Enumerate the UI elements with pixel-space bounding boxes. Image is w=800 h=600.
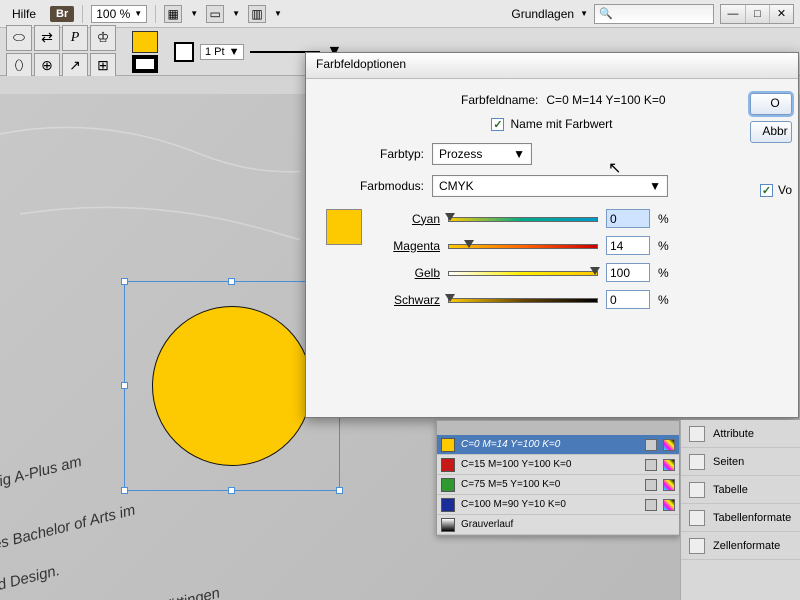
maximize-button[interactable]: □	[745, 5, 769, 23]
tool-2[interactable]: ⇄	[34, 25, 60, 51]
side-table[interactable]: Tabelle	[681, 476, 800, 504]
chevron-down-icon: ▼	[513, 147, 525, 161]
side-attribute[interactable]: Attribute	[681, 420, 800, 448]
workspace-selector[interactable]: Grundlagen	[511, 7, 574, 21]
attribute-icon	[689, 426, 705, 442]
stroke-preview[interactable]	[174, 42, 194, 62]
doc-text-3: on und Design.	[0, 562, 61, 600]
doc-text-2: . Grades Bachelor of Arts im	[0, 502, 137, 564]
arrange-icon[interactable]: ▥	[248, 5, 266, 23]
doc-text-1: eig A-Plus am	[0, 453, 83, 492]
swatch-options-dialog: Farbfeldoptionen Farbfeldname: C=0 M=14 …	[305, 52, 799, 418]
tool-6[interactable]: ⊕	[34, 53, 60, 79]
preview-label: Vo	[778, 183, 792, 197]
magenta-input[interactable]	[606, 236, 650, 255]
search-input[interactable]: 🔍	[594, 4, 714, 24]
tool-1[interactable]: ⬭	[6, 25, 32, 51]
minimize-button[interactable]: —	[721, 5, 745, 23]
swatches-panel-header[interactable]	[437, 421, 679, 435]
tool-8[interactable]: ⊞	[90, 53, 116, 79]
side-pages[interactable]: Seiten	[681, 448, 800, 476]
stroke-weight-input[interactable]: 1 Pt▼	[200, 44, 244, 60]
magenta-label: Magenta	[378, 239, 440, 253]
color-mode-label: Farbmodus:	[334, 179, 424, 193]
cyan-slider[interactable]	[448, 214, 598, 224]
yellow-input[interactable]	[606, 263, 650, 282]
black-input[interactable]	[606, 290, 650, 309]
stroke-swatch-tool[interactable]	[132, 55, 158, 73]
swatch-name-label: Farbfeldname:	[438, 93, 538, 107]
cancel-button[interactable]: Abbr	[750, 121, 792, 143]
yellow-label: Gelb	[378, 266, 440, 280]
magenta-slider[interactable]	[448, 241, 598, 251]
ok-button[interactable]: O	[750, 93, 792, 115]
pages-icon	[689, 454, 705, 470]
color-mode-select[interactable]: CMYK▼	[432, 175, 668, 197]
close-button[interactable]: ✕	[769, 5, 793, 23]
menu-help[interactable]: Hilfe	[6, 5, 42, 23]
swatch-name-value: C=0 M=14 Y=100 K=0	[546, 93, 665, 107]
map-decoration	[0, 94, 300, 244]
cyan-label: Cyan	[378, 212, 440, 226]
name-with-value-label: Name mit Farbwert	[510, 117, 612, 131]
yellow-slider[interactable]	[448, 268, 598, 278]
swatches-panel: C=0 M=14 Y=100 K=0 C=15 M=100 Y=100 K=0 …	[436, 420, 680, 536]
cell-formats-icon	[689, 538, 705, 554]
window-controls: — □ ✕	[720, 4, 794, 24]
table-formats-icon	[689, 510, 705, 526]
table-icon	[689, 482, 705, 498]
swatch-row[interactable]: C=100 M=90 Y=10 K=0	[437, 495, 679, 515]
menubar: Hilfe Br 100 %▼ ▦▼ ▭▼ ▥▼ Grundlagen▼ 🔍 —…	[0, 0, 800, 28]
tool-4[interactable]: ♔	[90, 25, 116, 51]
color-preview-swatch	[326, 209, 362, 245]
chevron-down-icon: ▼	[134, 9, 142, 18]
preview-checkbox[interactable]: ✓	[760, 184, 773, 197]
side-cell-formats[interactable]: Zellenformate	[681, 532, 800, 560]
view-options-icon[interactable]: ▦	[164, 5, 182, 23]
swatch-row[interactable]: C=0 M=14 Y=100 K=0	[437, 435, 679, 455]
name-with-value-checkbox[interactable]: ✓	[491, 118, 504, 131]
tool-5[interactable]: ⬯	[6, 53, 32, 79]
dialog-title[interactable]: Farbfeldoptionen	[306, 53, 798, 79]
cyan-input[interactable]	[606, 209, 650, 228]
black-slider[interactable]	[448, 295, 598, 305]
side-table-formats[interactable]: Tabellenformate	[681, 504, 800, 532]
chevron-down-icon: ▼	[649, 179, 661, 193]
swatch-row[interactable]: C=75 M=5 Y=100 K=0	[437, 475, 679, 495]
fill-swatch[interactable]	[132, 31, 158, 53]
doc-text-4: in Göttingen	[139, 584, 222, 600]
screen-mode-icon[interactable]: ▭	[206, 5, 224, 23]
black-label: Schwarz	[378, 293, 440, 307]
search-icon: 🔍	[599, 7, 613, 20]
tool-7[interactable]: ↗	[62, 53, 88, 79]
zoom-control[interactable]: 100 %▼	[91, 5, 147, 23]
color-type-select[interactable]: Prozess▼	[432, 143, 532, 165]
swatch-row[interactable]: Grauverlauf	[437, 515, 679, 535]
side-panel: Attribute Seiten Tabelle Tabellenformate…	[680, 420, 800, 600]
tool-type[interactable]: P	[62, 25, 88, 51]
color-type-label: Farbtyp:	[356, 147, 424, 161]
swatch-row[interactable]: C=15 M=100 Y=100 K=0	[437, 455, 679, 475]
bridge-badge[interactable]: Br	[50, 6, 74, 22]
